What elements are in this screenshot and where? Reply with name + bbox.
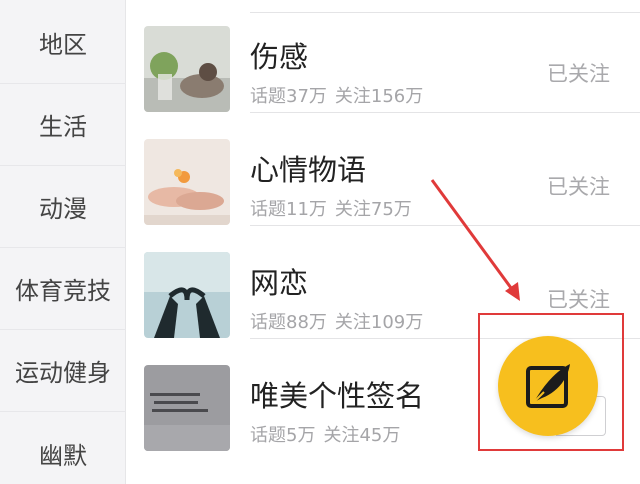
list-item[interactable]: 心情物语 话题11万 关注75万 已关注 <box>126 113 640 226</box>
quill-pen-icon <box>526 364 570 408</box>
category-sidebar: 地区 生活 动漫 体育竞技 运动健身 幽默 <box>0 0 126 484</box>
topic-name: 唯美个性签名 <box>250 379 425 413</box>
topic-thumbnail <box>144 365 230 451</box>
topic-thumbnail <box>144 26 230 112</box>
topic-thumbnail <box>144 252 230 338</box>
topic-stats: 话题11万 关注75万 <box>250 199 412 220</box>
topic-stats: 话题5万 关注45万 <box>250 425 401 446</box>
sidebar-item-anime[interactable]: 动漫 <box>0 166 126 248</box>
sidebar-item-life[interactable]: 生活 <box>0 84 126 166</box>
topic-name: 伤感 <box>250 40 309 74</box>
compose-button[interactable] <box>498 336 598 436</box>
sidebar-item-region[interactable]: 地区 <box>0 2 126 84</box>
sidebar-item-fitness[interactable]: 运动健身 <box>0 330 126 412</box>
sidebar-item-humor[interactable]: 幽默 <box>0 412 126 484</box>
followed-button[interactable]: 已关注 <box>547 284 610 314</box>
followed-button[interactable]: 已关注 <box>547 171 610 201</box>
sidebar-item-sports[interactable]: 体育竞技 <box>0 248 126 330</box>
list-item[interactable]: 伤感 话题37万 关注156万 已关注 <box>126 0 640 113</box>
topic-thumbnail <box>144 139 230 225</box>
followed-button[interactable]: 已关注 <box>547 58 610 88</box>
topic-name: 网恋 <box>250 266 309 300</box>
topic-name: 心情物语 <box>250 153 367 187</box>
topic-stats: 话题37万 关注156万 <box>250 86 424 107</box>
topic-stats: 话题88万 关注109万 <box>250 312 424 333</box>
